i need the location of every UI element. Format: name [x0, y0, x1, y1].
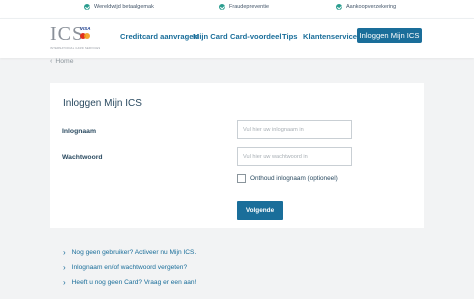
link-text[interactable]: Nog geen gebruiker? Activeer nu Mijn ICS…: [72, 249, 197, 256]
logo-tagline: INTERNATIONAL CARD SERVICES: [50, 47, 101, 50]
nav-klantenservice[interactable]: Klantenservice: [303, 32, 357, 41]
chevron-right-icon: ›: [63, 278, 66, 287]
usp-item: Wereldwijd betaalgemak: [84, 4, 154, 10]
link-text[interactable]: Inlognaam en/of wachtwoord vergeten?: [72, 264, 187, 271]
usp-text: Wereldwijd betaalgemak: [94, 4, 154, 10]
visa-logo: VISA: [80, 26, 91, 31]
chevron-right-icon: ›: [63, 248, 66, 257]
breadcrumb[interactable]: ‹ Home: [50, 58, 73, 65]
usp-item: Aankoopverzekering: [336, 4, 396, 10]
link-activate[interactable]: › Nog geen gebruiker? Activeer nu Mijn I…: [63, 248, 196, 257]
check-icon: [219, 4, 225, 10]
login-card: Inloggen Mijn ICS Inlognaam Wachtwoord O…: [50, 83, 424, 228]
nav-creditcard-aanvragen[interactable]: Creditcard aanvragen: [120, 32, 198, 41]
logo-text: ICS: [50, 23, 85, 45]
remember-username-checkbox[interactable]: [237, 174, 246, 183]
check-icon: [84, 4, 90, 10]
page-title: Inloggen Mijn ICS: [63, 98, 142, 109]
password-input[interactable]: [237, 147, 352, 166]
remember-username-label[interactable]: Onthoud inlognaam (optioneel): [250, 175, 338, 182]
chevron-right-icon: ›: [63, 263, 66, 272]
next-button[interactable]: Volgende: [237, 201, 283, 220]
ics-logo[interactable]: ICS VISA INTERNATIONAL CARD SERVICES: [50, 23, 102, 54]
chevron-left-icon: ‹: [50, 58, 53, 65]
username-label: Inlognaam: [62, 128, 96, 135]
login-nav-button[interactable]: Inloggen Mijn ICS: [357, 28, 422, 43]
nav-mijn-card[interactable]: Mijn Card: [193, 32, 228, 41]
nav-card-voordeel[interactable]: Card-voordeel: [230, 32, 281, 41]
usp-item: Fraudepreventie: [219, 4, 269, 10]
mastercard-icon: [80, 33, 90, 39]
link-apply[interactable]: › Heeft u nog geen Card? Vraag er een aa…: [63, 278, 196, 287]
nav-tips[interactable]: Tips: [282, 32, 297, 41]
link-text[interactable]: Heeft u nog geen Card? Vraag er een aan!: [72, 279, 197, 286]
site-header: ICS VISA INTERNATIONAL CARD SERVICES Cre…: [0, 18, 474, 58]
usp-text: Aankoopverzekering: [346, 4, 397, 10]
breadcrumb-home[interactable]: Home: [55, 58, 73, 65]
usp-text: Fraudepreventie: [229, 4, 270, 10]
username-input[interactable]: [237, 120, 352, 139]
check-icon: [336, 4, 342, 10]
remember-username-row[interactable]: Onthoud inlognaam (optioneel): [237, 174, 338, 183]
link-forgot[interactable]: › Inlognaam en/of wachtwoord vergeten?: [63, 263, 187, 272]
usp-bar: Wereldwijd betaalgemak Fraudepreventie A…: [0, 0, 474, 18]
password-label: Wachtwoord: [62, 154, 103, 161]
